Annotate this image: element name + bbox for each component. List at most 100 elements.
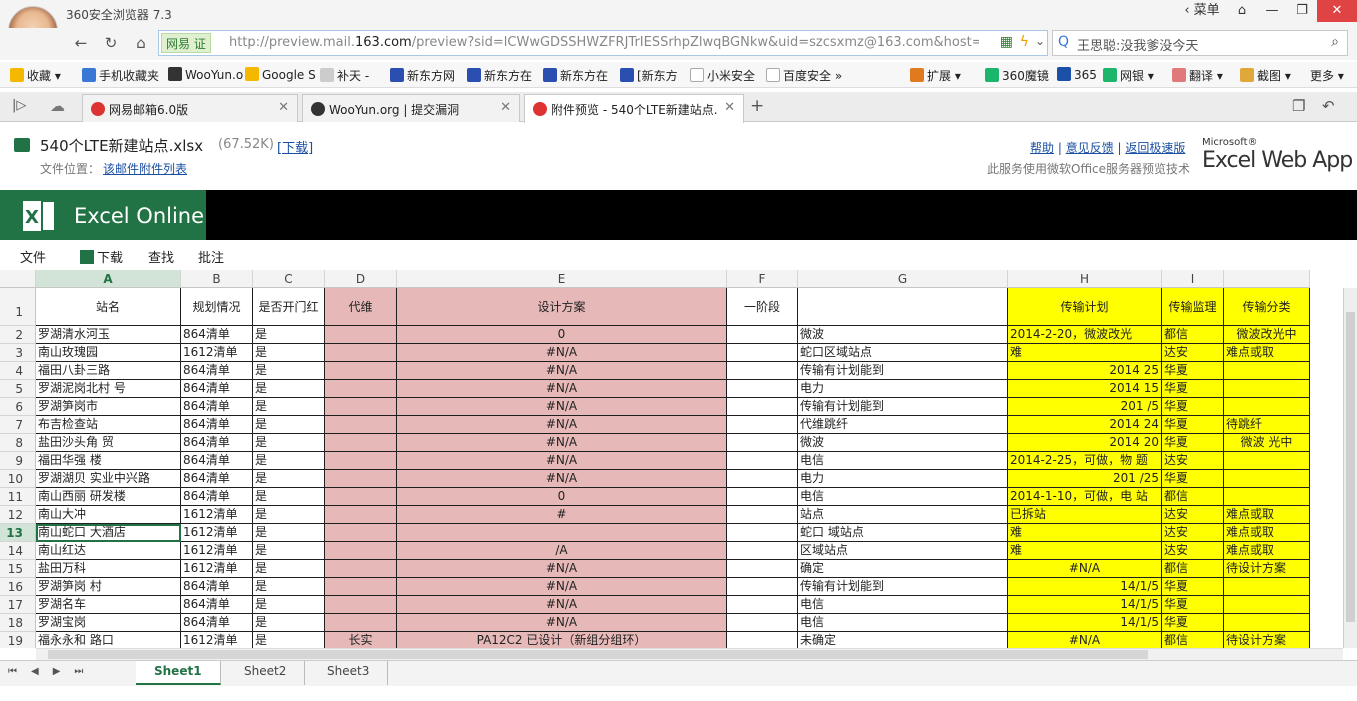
table-cell[interactable]: 是 bbox=[253, 452, 325, 470]
column-header[interactable]: D bbox=[325, 270, 397, 288]
table-cell[interactable] bbox=[325, 344, 397, 362]
table-cell[interactable]: 罗湖宝岗 bbox=[36, 614, 181, 632]
header-cell[interactable]: 传输监理 bbox=[1162, 288, 1224, 326]
search-engine-icon[interactable]: Q bbox=[1058, 34, 1069, 50]
table-cell[interactable]: PA12C2 已设计（新组分组环） bbox=[397, 632, 727, 648]
table-cell[interactable] bbox=[1224, 578, 1310, 596]
table-cell[interactable]: 2014-1-10，可做，电 站 bbox=[1008, 488, 1162, 506]
menu-comments[interactable]: 批注 bbox=[198, 247, 224, 266]
table-cell[interactable]: 864清单 bbox=[181, 578, 253, 596]
row-header[interactable]: 11 bbox=[0, 488, 36, 506]
row-header[interactable]: 18 bbox=[0, 614, 36, 632]
chevron-down-icon[interactable]: ⌄ bbox=[1035, 34, 1045, 48]
table-cell[interactable] bbox=[727, 614, 798, 632]
table-cell[interactable]: 864清单 bbox=[181, 614, 253, 632]
table-cell[interactable]: 都信 bbox=[1162, 488, 1224, 506]
sheet-tab-2[interactable]: Sheet2 bbox=[226, 661, 306, 685]
minimize-button[interactable]: — bbox=[1257, 0, 1287, 22]
table-cell[interactable]: 代维跳纤 bbox=[798, 416, 1008, 434]
column-header[interactable]: H bbox=[1008, 270, 1162, 288]
table-cell[interactable]: 难点或取 bbox=[1224, 344, 1310, 362]
table-cell[interactable] bbox=[727, 488, 798, 506]
table-cell[interactable]: 都信 bbox=[1162, 560, 1224, 578]
select-all-corner[interactable] bbox=[0, 270, 36, 288]
classic-link[interactable]: 返回极速版 bbox=[1125, 141, 1185, 155]
table-cell[interactable]: 待跳纤 bbox=[1224, 416, 1310, 434]
table-cell[interactable] bbox=[727, 344, 798, 362]
table-cell[interactable] bbox=[325, 416, 397, 434]
table-cell[interactable]: #N/A bbox=[397, 398, 727, 416]
table-cell[interactable] bbox=[325, 326, 397, 344]
table-cell[interactable]: 是 bbox=[253, 524, 325, 542]
table-cell[interactable]: 传输有计划能到 bbox=[798, 578, 1008, 596]
location-link[interactable]: 该邮件附件列表 bbox=[103, 160, 187, 177]
table-cell[interactable]: #N/A bbox=[397, 578, 727, 596]
table-cell[interactable]: # bbox=[397, 506, 727, 524]
table-cell[interactable]: 传输有计划能到 bbox=[798, 362, 1008, 380]
table-cell[interactable]: 864清单 bbox=[181, 380, 253, 398]
table-cell[interactable]: 是 bbox=[253, 614, 325, 632]
table-cell[interactable]: 14/1/5 bbox=[1008, 578, 1162, 596]
table-cell[interactable]: 电信 bbox=[798, 488, 1008, 506]
table-cell[interactable]: 待设计方案 bbox=[1224, 560, 1310, 578]
table-cell[interactable] bbox=[325, 560, 397, 578]
row-header[interactable]: 3 bbox=[0, 344, 36, 362]
table-cell[interactable]: 电力 bbox=[798, 470, 1008, 488]
table-cell[interactable]: 2014 25 bbox=[1008, 362, 1162, 380]
table-cell[interactable]: 电信 bbox=[798, 452, 1008, 470]
tab-mail[interactable]: 网易邮箱6.0版 ✕ bbox=[82, 94, 298, 122]
column-header[interactable]: C bbox=[253, 270, 325, 288]
table-cell[interactable]: 201 /25 bbox=[1008, 470, 1162, 488]
table-cell[interactable]: 福田八卦三路 bbox=[36, 362, 181, 380]
table-cell[interactable]: 是 bbox=[253, 470, 325, 488]
table-cell[interactable]: 是 bbox=[253, 506, 325, 524]
bookmark-xdf1[interactable]: 新东方网 bbox=[390, 67, 455, 84]
table-cell[interactable]: #N/A bbox=[397, 434, 727, 452]
header-cell[interactable]: 传输计划 bbox=[1008, 288, 1162, 326]
menu-file[interactable]: 文件 bbox=[20, 247, 46, 266]
table-cell[interactable] bbox=[325, 398, 397, 416]
bookmark-google[interactable]: Google S bbox=[245, 67, 316, 82]
bookmark-butian[interactable]: 补天 - bbox=[320, 67, 369, 84]
bookmark-xiaomi[interactable]: 小米安全 bbox=[690, 67, 755, 84]
table-cell[interactable]: 华夏 bbox=[1162, 380, 1224, 398]
bookmark-mojing[interactable]: 360魔镜 bbox=[985, 67, 1049, 84]
table-cell[interactable]: 14/1/5 bbox=[1008, 596, 1162, 614]
table-cell[interactable]: 是 bbox=[253, 542, 325, 560]
row-header[interactable]: 19 bbox=[0, 632, 36, 648]
table-cell[interactable]: 是 bbox=[253, 578, 325, 596]
table-cell[interactable]: 1612清单 bbox=[181, 632, 253, 648]
table-cell[interactable]: 华夏 bbox=[1162, 470, 1224, 488]
row-header[interactable]: 9 bbox=[0, 452, 36, 470]
table-cell[interactable]: 罗湖笋岗 村 bbox=[36, 578, 181, 596]
table-cell[interactable]: 是 bbox=[253, 380, 325, 398]
bookmark-mobile[interactable]: 手机收藏夹 bbox=[82, 67, 159, 84]
table-cell[interactable]: #N/A bbox=[397, 614, 727, 632]
cloud-icon[interactable]: ☁ bbox=[50, 97, 65, 115]
table-cell[interactable]: 盐田沙头角 贸 bbox=[36, 434, 181, 452]
bookmark-translate[interactable]: 翻译 ▾ bbox=[1172, 67, 1223, 84]
table-cell[interactable] bbox=[727, 434, 798, 452]
search-box[interactable]: Q 王思聪:没我爹没今天 ⌕ bbox=[1052, 30, 1348, 56]
table-cell[interactable]: 福田华强 楼 bbox=[36, 452, 181, 470]
bookmark-extensions[interactable]: 扩展 ▾ bbox=[910, 67, 961, 84]
table-cell[interactable] bbox=[1224, 488, 1310, 506]
table-cell[interactable]: #N/A bbox=[1008, 560, 1162, 578]
table-cell[interactable]: 南山红达 bbox=[36, 542, 181, 560]
table-cell[interactable]: 是 bbox=[253, 434, 325, 452]
column-header[interactable]: B bbox=[181, 270, 253, 288]
table-cell[interactable] bbox=[727, 380, 798, 398]
table-cell[interactable]: 南山西丽 研发楼 bbox=[36, 488, 181, 506]
bookmark-more[interactable]: 更多 ▾ bbox=[1310, 67, 1344, 84]
table-cell[interactable]: #N/A bbox=[397, 452, 727, 470]
table-cell[interactable]: 长实 bbox=[325, 632, 397, 648]
table-cell[interactable]: 蛇口 域站点 bbox=[798, 524, 1008, 542]
row-header[interactable]: 7 bbox=[0, 416, 36, 434]
table-cell[interactable]: 华夏 bbox=[1162, 596, 1224, 614]
table-cell[interactable]: 未确定 bbox=[798, 632, 1008, 648]
table-cell[interactable] bbox=[325, 596, 397, 614]
table-cell[interactable]: 微波 bbox=[798, 434, 1008, 452]
header-cell[interactable]: 一阶段 bbox=[727, 288, 798, 326]
table-cell[interactable] bbox=[397, 524, 727, 542]
download-link[interactable]: [下载] bbox=[277, 137, 313, 156]
